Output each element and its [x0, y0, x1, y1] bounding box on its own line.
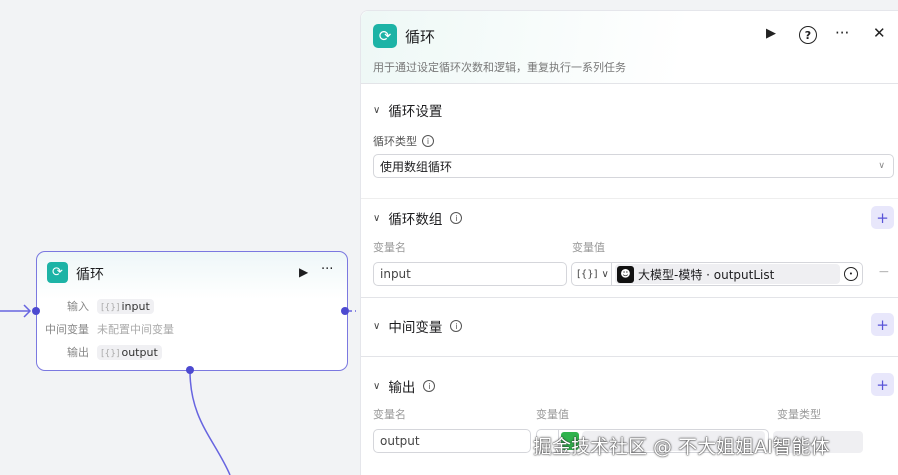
panel-header: ⟳ 循环 ▶ ? ··· ✕ 用于通过设定循环次数和逻辑，重复执行一系列任务	[361, 11, 898, 84]
info-icon[interactable]: i	[450, 212, 463, 224]
select-value: 使用数组循环	[380, 159, 453, 174]
output-port[interactable]	[341, 307, 349, 315]
output-name-input[interactable]: output	[373, 429, 531, 453]
chip-text: output	[121, 345, 158, 359]
col-value-label: 变量值	[536, 408, 569, 421]
node-title: 循环	[76, 267, 104, 283]
section-loop-array[interactable]: ∨ 循环数组 i	[373, 208, 463, 228]
loop-body-edge	[189, 370, 231, 475]
chevron-down-icon: ∨	[601, 268, 609, 280]
divider	[361, 198, 898, 199]
chevron-down-icon: ∨	[373, 380, 381, 392]
info-icon[interactable]: i	[423, 380, 436, 392]
section-title: 循环设置	[388, 104, 443, 120]
row-label: 输入	[67, 300, 89, 313]
array-type-icon: [{}]	[101, 302, 120, 313]
label-text: 循环类型	[373, 135, 417, 148]
section-title: 中间变量	[388, 320, 443, 336]
loop-body-port[interactable]	[186, 366, 194, 374]
help-icon[interactable]: ?	[799, 26, 817, 44]
run-icon[interactable]: ▶	[299, 265, 308, 279]
section-title: 循环数组	[388, 212, 443, 228]
array-value-field[interactable]: [{}] ∨ ☻ 大模型-模特 · outputList •	[571, 262, 863, 286]
loop-icon: ⟳	[373, 24, 397, 48]
ref-text: 大模型-模特 · outputList	[638, 267, 775, 282]
loop-icon: ⟳	[47, 262, 68, 283]
col-value-label: 变量值	[572, 241, 605, 254]
run-icon[interactable]: ▶	[766, 26, 776, 41]
loop-node[interactable]: ⟳ 循环 ▶ ··· 输入[{}] input 中间变量 未配置中间变量 输出[{}…	[36, 251, 348, 371]
section-output[interactable]: ∨ 输出 i	[373, 376, 436, 396]
panel-title: 循环	[405, 28, 436, 46]
target-icon[interactable]: •	[844, 267, 858, 281]
chip-text: input	[121, 299, 150, 313]
section-intermediate[interactable]: ∨ 中间变量 i	[373, 316, 463, 336]
chevron-down-icon: ∨	[373, 320, 381, 332]
input-port[interactable]	[32, 307, 40, 315]
chevron-down-icon: ∨	[878, 161, 885, 171]
close-icon[interactable]: ✕	[873, 24, 886, 42]
chevron-down-icon: ∨	[373, 104, 381, 116]
section-loop-settings[interactable]: ∨ 循环设置	[373, 100, 442, 120]
more-icon[interactable]: ···	[835, 24, 849, 42]
add-intermediate-button[interactable]: +	[871, 313, 894, 336]
panel-description: 用于通过设定循环次数和逻辑，重复执行一系列任务	[373, 61, 626, 74]
loop-type-select[interactable]: 使用数组循环 ∨	[373, 154, 894, 178]
array-type-icon: [{}]	[577, 268, 598, 280]
info-icon[interactable]: i	[422, 135, 434, 147]
watermark: 掘金技术社区 @ 不大姐姐AI智能体	[533, 436, 830, 458]
divider	[361, 356, 898, 357]
col-name-label: 变量名	[373, 408, 406, 421]
loop-type-label: 循环类型 i	[373, 133, 434, 149]
info-icon[interactable]: i	[450, 320, 463, 332]
output-chip: [{}] output	[97, 344, 162, 360]
array-type-icon: [{}]	[101, 348, 120, 359]
section-title: 输出	[388, 380, 416, 396]
input-chip: [{}] input	[97, 298, 154, 314]
remove-row-icon[interactable]: −	[878, 264, 890, 280]
row-label: 输出	[67, 346, 89, 359]
chevron-down-icon: ∨	[373, 212, 381, 224]
llm-node-icon: ☻	[617, 265, 634, 283]
divider	[361, 297, 898, 298]
type-select[interactable]: [{}] ∨	[572, 263, 612, 285]
col-name-label: 变量名	[373, 241, 406, 254]
row-value: 未配置中间变量	[97, 323, 174, 336]
row-label: 中间变量	[45, 323, 89, 336]
variable-ref-chip[interactable]: ☻ 大模型-模特 · outputList	[615, 264, 840, 284]
col-type-label: 变量类型	[777, 408, 821, 421]
node-config-panel: ⟳ 循环 ▶ ? ··· ✕ 用于通过设定循环次数和逻辑，重复执行一系列任务 ∨…	[360, 10, 898, 475]
array-name-input[interactable]: input	[373, 262, 567, 286]
add-array-button[interactable]: +	[871, 206, 894, 229]
add-output-button[interactable]: +	[871, 373, 894, 396]
more-icon[interactable]: ···	[321, 262, 333, 277]
